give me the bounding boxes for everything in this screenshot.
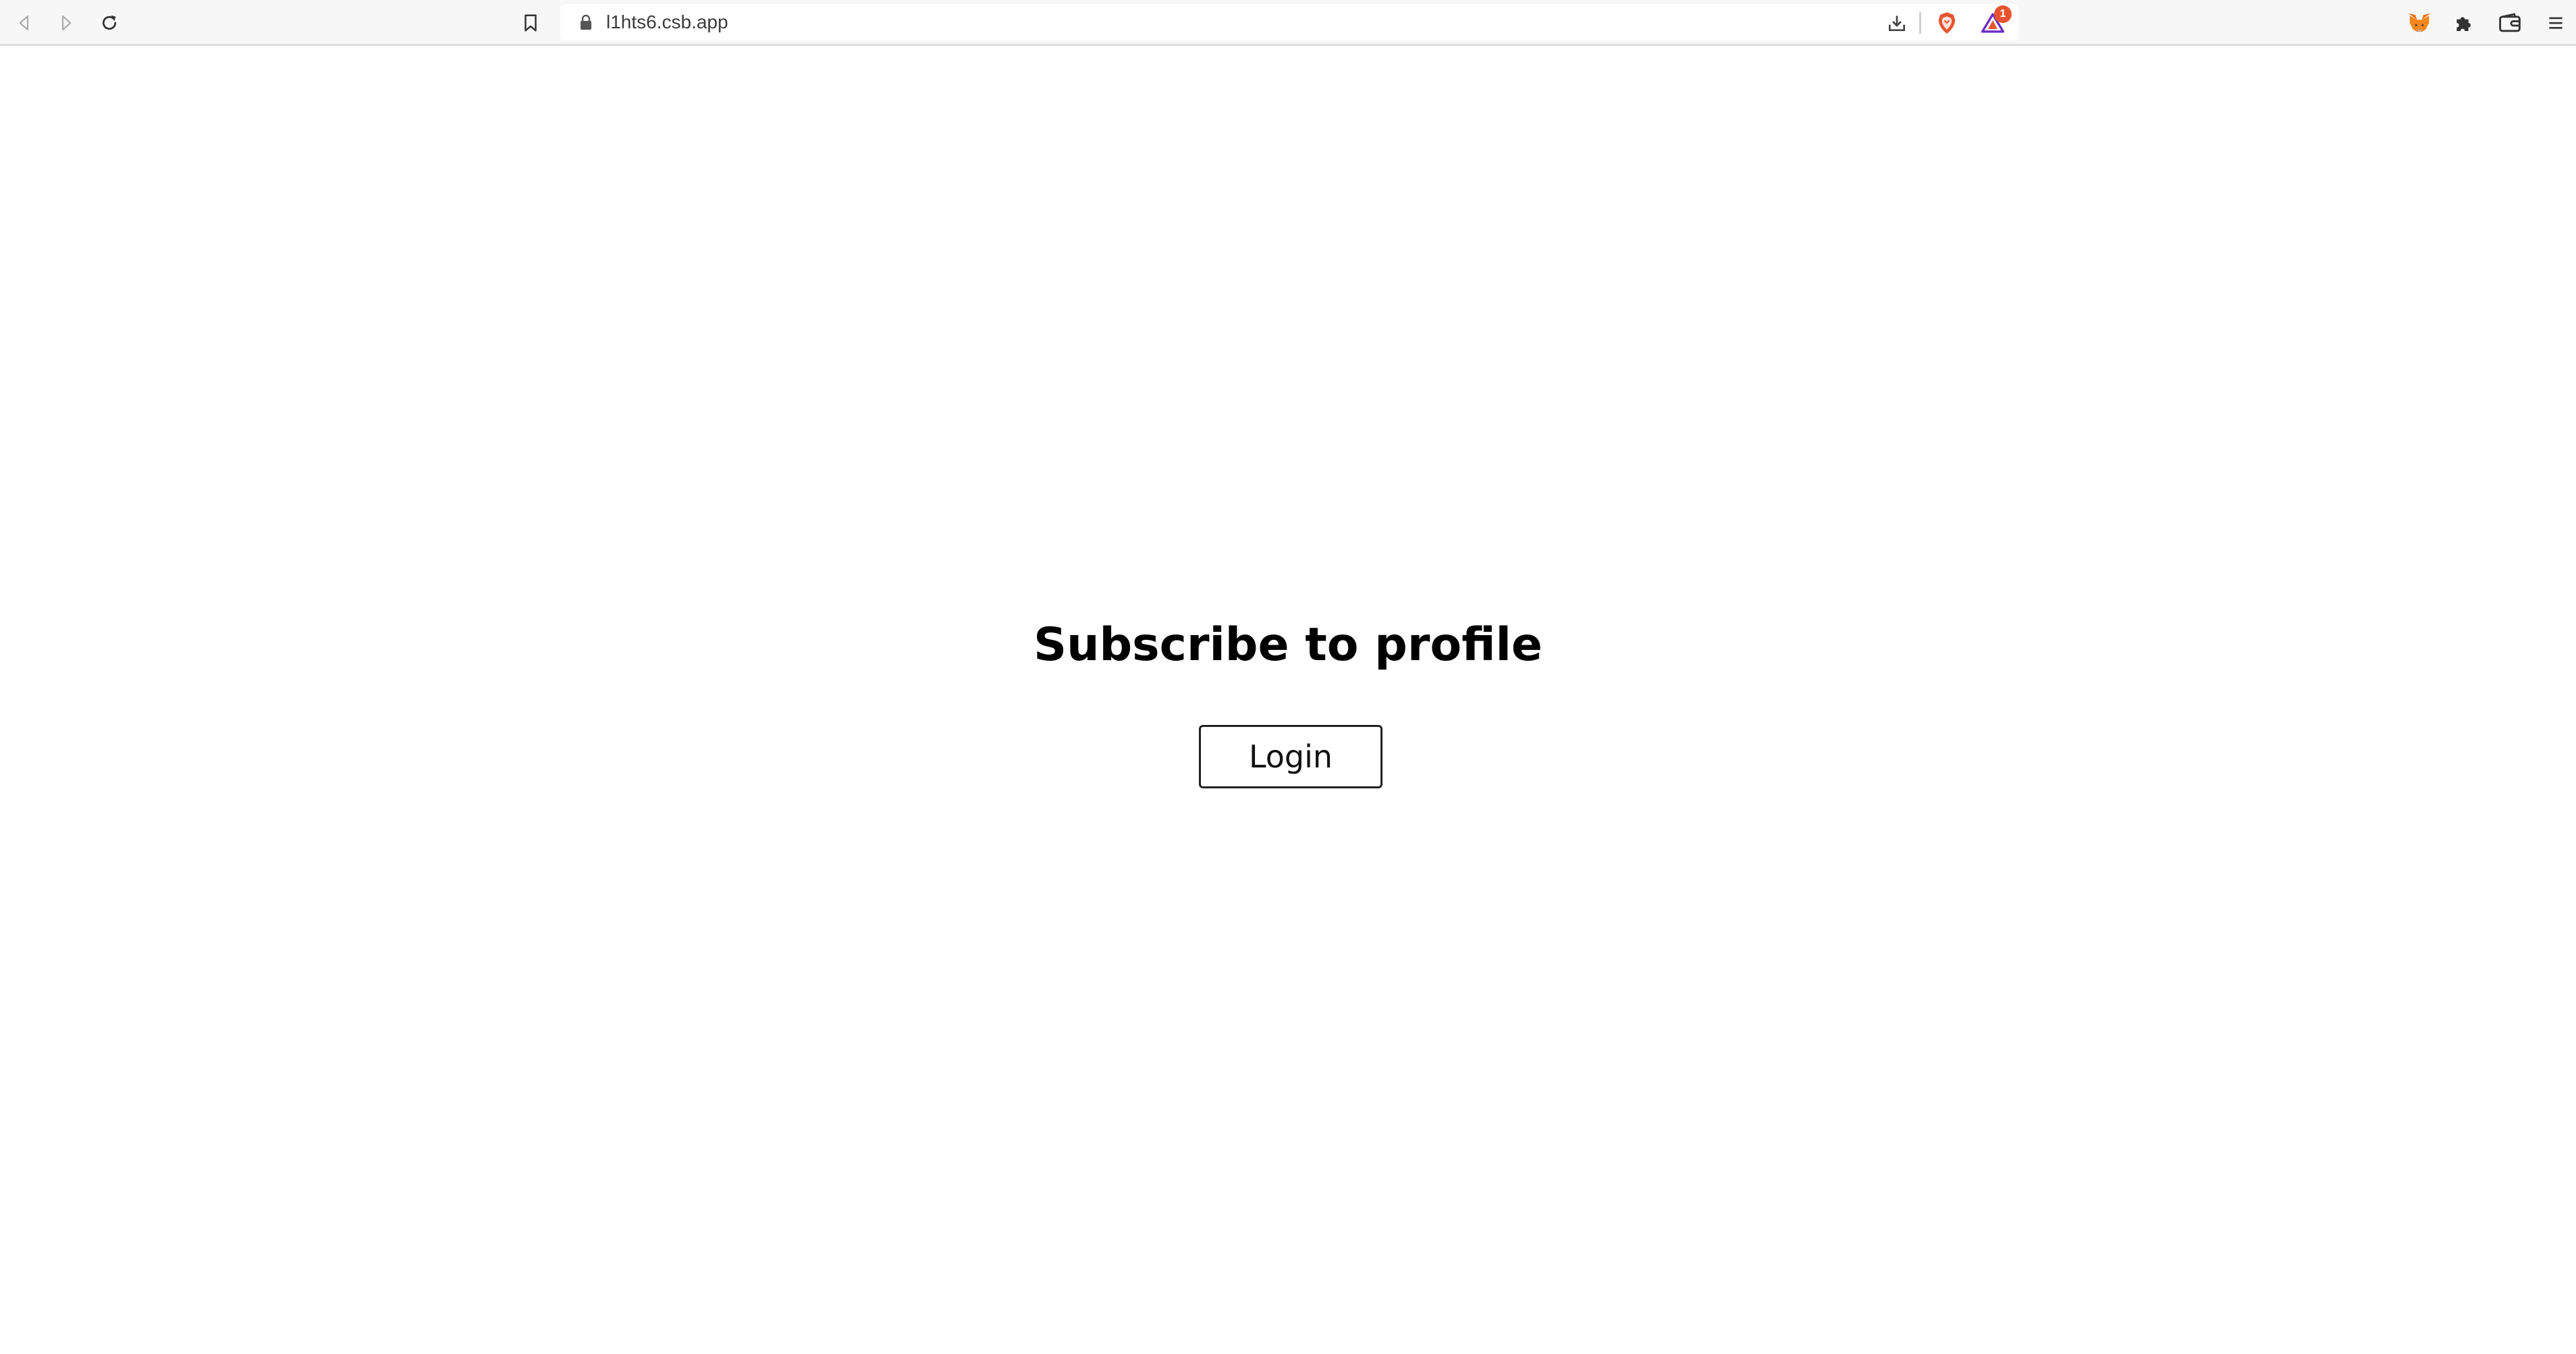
address-bar[interactable]: l1hts6.csb.app 1 [560, 4, 2018, 40]
login-button[interactable]: Login [1199, 725, 1383, 788]
page-title: Subscribe to profile [1034, 618, 1542, 672]
browser-toolbar: l1hts6.csb.app 1 [0, 0, 2576, 46]
url-text[interactable]: l1hts6.csb.app [606, 4, 728, 40]
bookmark-button[interactable] [513, 5, 548, 40]
brave-shields-icon[interactable] [1935, 11, 1959, 35]
rewards-badge: 1 [1994, 5, 2012, 23]
bookmark-icon [525, 14, 537, 32]
page-content: Subscribe to profile Login [0, 48, 2576, 1354]
reload-button[interactable] [92, 5, 127, 40]
back-button[interactable] [7, 5, 42, 40]
download-icon[interactable] [1885, 11, 1909, 35]
reload-icon [102, 15, 117, 30]
address-bar-divider [1919, 12, 1921, 34]
lock-icon[interactable] [578, 13, 594, 31]
metamask-fox-icon[interactable] [2405, 8, 2434, 38]
wallet-icon[interactable] [2495, 8, 2525, 38]
hamburger-menu-icon[interactable] [2541, 8, 2571, 38]
brave-rewards-icon[interactable]: 1 [1981, 5, 2012, 35]
forward-arrow-icon [61, 15, 72, 31]
puzzle-piece-icon[interactable] [2449, 8, 2479, 38]
forward-button[interactable] [49, 5, 84, 40]
back-arrow-icon [19, 15, 29, 31]
